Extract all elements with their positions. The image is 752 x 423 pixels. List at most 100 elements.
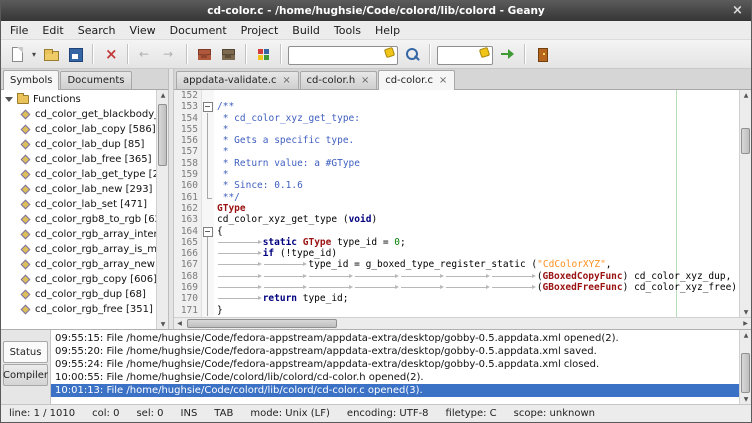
symbols-root-functions[interactable]: Functions [1, 92, 156, 107]
scroll-right-icon[interactable] [740, 318, 751, 330]
scroll-up-icon[interactable] [740, 90, 752, 100]
editor-tab-cd-color-c[interactable]: cd-color.c [378, 70, 455, 90]
message-tab-status[interactable]: Status [3, 341, 48, 363]
quit-button[interactable] [530, 42, 554, 66]
function-symbol-icon [21, 215, 31, 225]
window-title: cd-color.c - /home/hughsie/Code/colord/l… [207, 5, 545, 17]
symbol-item[interactable]: cd_color_lab_dup [85] [1, 137, 156, 152]
menu-tools[interactable]: Tools [327, 23, 368, 38]
tab-close-icon[interactable] [438, 76, 448, 86]
fold-toggle-icon[interactable] [202, 101, 214, 112]
fold-guide [202, 237, 214, 248]
message-row[interactable]: 10:00:55: File /home/hughsie/Code/colord… [51, 371, 739, 384]
goto-line-button[interactable] [495, 42, 519, 66]
message-row[interactable]: 09:55:15: File /home/hughsie/Code/fedora… [51, 332, 739, 345]
scroll-down-icon[interactable] [157, 319, 168, 329]
symbol-item[interactable]: cd_color_get_blackbody_rgb [97 [1, 107, 156, 122]
symbol-item[interactable]: cd_color_lab_get_type [203] [1, 167, 156, 182]
editor-horizontal-scrollbar[interactable] [174, 317, 751, 329]
back-button[interactable] [133, 42, 157, 66]
dropdown-arrow-icon[interactable] [29, 43, 39, 65]
tab-whitespace-icon [308, 275, 354, 279]
editor-hscrollbar-thumb[interactable] [187, 319, 337, 328]
symbol-label: cd_color_rgb8_to_rgb [626] [35, 214, 156, 225]
message-window: StatusCompiler 09:55:15: File /home/hugh… [1, 329, 751, 404]
symbol-item[interactable]: cd_color_rgb_dup [68] [1, 287, 156, 302]
save-button[interactable] [63, 42, 87, 66]
scroll-left-icon[interactable] [174, 318, 185, 330]
close-icon [102, 46, 118, 62]
message-row[interactable]: 10:01:13: File /home/hughsie/Code/colord… [51, 384, 739, 397]
window-close-icon[interactable] [730, 3, 745, 18]
compile-button[interactable] [192, 42, 216, 66]
code-token: * [217, 146, 228, 157]
code-text-area[interactable]: /** * cd_color_xyz_get_type: * * Gets a … [214, 90, 739, 317]
code-editor[interactable]: 1521531541551561571581591601611621631641… [174, 90, 751, 317]
symbol-item[interactable]: cd_color_rgb8_to_rgb [626] [1, 212, 156, 227]
menu-search[interactable]: Search [71, 23, 123, 38]
color-chooser-button[interactable] [251, 42, 275, 66]
code-line: * Return value: a #GType [217, 158, 739, 169]
message-tab-compiler[interactable]: Compiler [3, 364, 48, 386]
tab-whitespace-icon [217, 286, 263, 290]
scroll-up-icon[interactable] [740, 330, 752, 340]
fold-toggle-icon[interactable] [202, 226, 214, 237]
symbol-item[interactable]: cd_color_lab_free [365] [1, 152, 156, 167]
symbol-item[interactable]: cd_color_rgb_array_interpolate [9 [1, 227, 156, 242]
fold-guide [202, 158, 214, 169]
menu-edit[interactable]: Edit [35, 23, 70, 38]
menu-document[interactable]: Document [163, 23, 234, 38]
line-number-margin[interactable]: 1521531541551561571581591601611621631641… [174, 90, 202, 317]
line-number: 170 [174, 293, 201, 304]
message-scrollbar-thumb[interactable] [741, 353, 750, 393]
sidebar-scrollbar[interactable] [156, 90, 168, 329]
menu-build[interactable]: Build [285, 23, 327, 38]
code-line: (GBoxedFreeFunc) cd_color_xyz_free); [217, 282, 739, 293]
menu-project[interactable]: Project [234, 23, 286, 38]
message-row[interactable]: 09:55:24: File /home/hughsie/Code/fedora… [51, 358, 739, 371]
editor-tab-appdata-validate-c[interactable]: appdata-validate.c [176, 71, 299, 89]
tab-close-icon[interactable] [360, 76, 370, 86]
search-button[interactable] [400, 42, 424, 66]
message-row[interactable]: 09:55:20: File /home/hughsie/Code/fedora… [51, 345, 739, 358]
build-button[interactable] [216, 42, 240, 66]
symbol-item[interactable]: cd_color_lab_new [293] [1, 182, 156, 197]
tab-whitespace-icon [400, 286, 446, 290]
code-line: (GBoxedCopyFunc) cd_color_xyz_dup, [217, 271, 739, 282]
editor-vscrollbar-thumb[interactable] [741, 128, 750, 154]
close-button[interactable] [98, 42, 122, 66]
tab-whitespace-icon [217, 297, 263, 301]
symbol-item[interactable]: cd_color_rgb_array_is_monotonic [1, 242, 156, 257]
symbol-item[interactable]: cd_color_rgb_free [351] [1, 302, 156, 317]
symbol-item[interactable]: cd_color_rgb_array_new [896] [1, 257, 156, 272]
editor-vertical-scrollbar[interactable] [739, 90, 751, 317]
statusbar-item: TAB [214, 408, 233, 419]
code-token: ) cd_color_xyz_free); [623, 282, 739, 293]
forward-button[interactable] [157, 42, 181, 66]
symbol-item[interactable]: cd_color_lab_copy [586] [1, 122, 156, 137]
symbol-item[interactable]: cd_color_lab_set [471] [1, 197, 156, 212]
scroll-down-icon[interactable] [740, 394, 752, 404]
new-button[interactable] [5, 42, 29, 66]
scroll-up-icon[interactable] [157, 90, 168, 100]
line-number: 160 [174, 180, 201, 191]
tab-whitespace-icon [263, 263, 309, 267]
fold-margin[interactable] [202, 90, 214, 317]
open-button[interactable] [39, 42, 63, 66]
tab-close-icon[interactable] [282, 76, 292, 86]
editor-tab-cd-color-h[interactable]: cd-color.h [300, 71, 378, 89]
message-scrollbar[interactable] [739, 330, 751, 404]
menu-help[interactable]: Help [368, 23, 407, 38]
menu-view[interactable]: View [123, 23, 163, 38]
symbol-label: cd_color_rgb_array_new [896] [35, 259, 156, 270]
code-line: type_id = g_boxed_type_register_static (… [217, 259, 739, 270]
menu-file[interactable]: File [3, 23, 35, 38]
expander-icon[interactable] [5, 97, 13, 102]
search-input[interactable] [288, 46, 398, 65]
tab-label: Documents [67, 75, 124, 86]
sidebar-tab-symbols[interactable]: Symbols [3, 70, 59, 90]
sidebar-tab-documents[interactable]: Documents [60, 71, 131, 89]
symbol-item[interactable]: cd_color_rgb_copy [606] [1, 272, 156, 287]
sidebar-scrollbar-thumb[interactable] [158, 104, 167, 166]
scroll-down-icon[interactable] [740, 307, 752, 317]
